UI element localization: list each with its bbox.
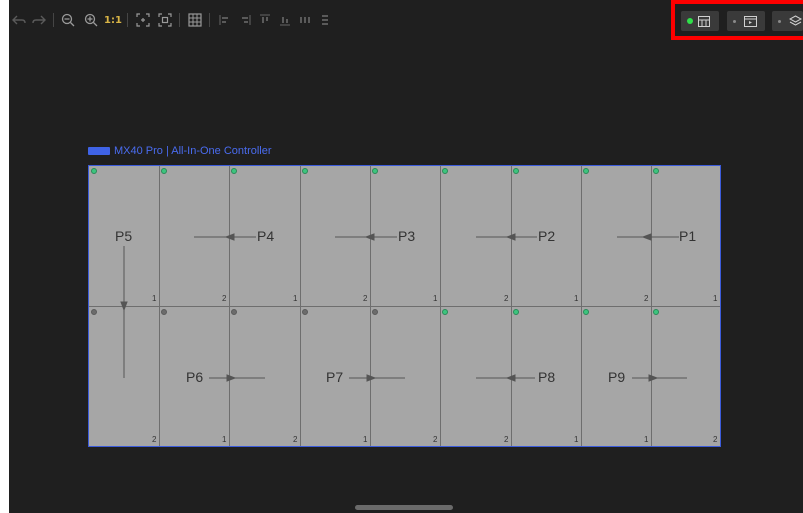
port-label-p1[interactable]: P1 xyxy=(679,228,696,244)
layout-icon xyxy=(698,15,710,27)
toolbar-separator xyxy=(209,13,210,27)
horizontal-scrollbar[interactable] xyxy=(355,505,453,510)
port-label-p3[interactable]: P3 xyxy=(398,228,415,244)
port-label-p9[interactable]: P9 xyxy=(608,369,625,385)
status-online-icon xyxy=(687,18,693,24)
redo-icon[interactable] xyxy=(29,8,49,32)
toolbar-separator xyxy=(127,13,128,27)
port-label-p2[interactable]: P2 xyxy=(538,228,555,244)
align-right-icon[interactable] xyxy=(235,8,255,32)
toolbar-separator xyxy=(179,13,180,27)
layers-button[interactable] xyxy=(772,11,803,31)
port-label-p8[interactable]: P8 xyxy=(538,369,555,385)
fit-screen-icon[interactable] xyxy=(133,8,153,32)
align-left-icon[interactable] xyxy=(215,8,235,32)
align-bottom-icon[interactable] xyxy=(275,8,295,32)
status-dot-icon xyxy=(778,19,781,23)
port-label-p5[interactable]: P5 xyxy=(115,228,132,244)
align-top-icon[interactable] xyxy=(255,8,275,32)
one-to-one-button[interactable]: 1:1 xyxy=(103,8,123,32)
port-label-p4[interactable]: P4 xyxy=(257,228,274,244)
layers-icon xyxy=(789,15,802,27)
led-screen-canvas[interactable]: 1 2 1 2 1 2 1 2 1 2 1 2 1 2 2 1 1 2 P1 P… xyxy=(88,165,721,447)
fullscreen-icon[interactable] xyxy=(155,8,175,32)
distribute-v-icon[interactable] xyxy=(315,8,335,32)
toolbar-separator xyxy=(53,13,54,27)
distribute-h-icon[interactable] xyxy=(295,8,315,32)
app-window: 1:1 MX40 Pro | All-In-One Controller 1 2… xyxy=(9,0,803,513)
controller-label[interactable]: MX40 Pro | All-In-One Controller xyxy=(88,143,272,159)
port-label-p7[interactable]: P7 xyxy=(326,369,343,385)
zoom-in-icon[interactable] xyxy=(81,8,101,32)
controller-logo-icon xyxy=(88,147,110,155)
controller-name: MX40 Pro | All-In-One Controller xyxy=(114,145,272,157)
port-label-p6[interactable]: P6 xyxy=(186,369,203,385)
grid-icon[interactable] xyxy=(185,8,205,32)
preview-button[interactable] xyxy=(727,11,765,31)
connection-lines xyxy=(120,233,687,382)
layout-button[interactable] xyxy=(681,11,719,31)
status-dot-icon xyxy=(733,19,736,23)
preview-icon xyxy=(744,15,757,27)
zoom-out-icon[interactable] xyxy=(58,8,78,32)
undo-icon[interactable] xyxy=(9,8,29,32)
